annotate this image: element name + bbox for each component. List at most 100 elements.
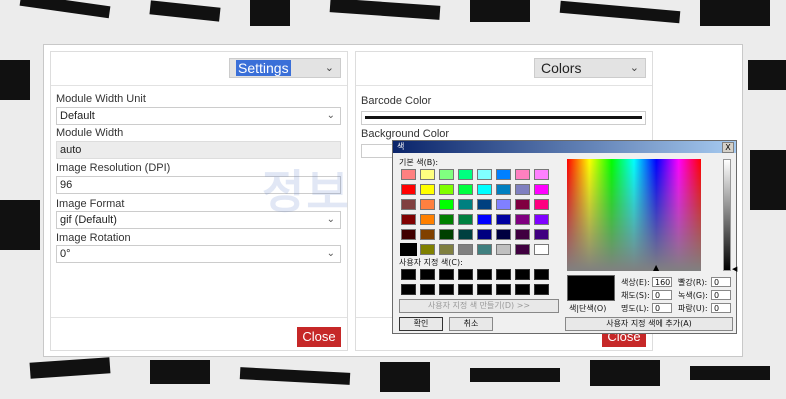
custom-color-swatch[interactable] — [401, 284, 416, 295]
color-spectrum[interactable] — [567, 159, 701, 271]
basic-color-swatch[interactable] — [439, 214, 454, 225]
basic-color-swatch[interactable] — [401, 169, 416, 180]
basic-color-swatch[interactable] — [496, 229, 511, 240]
custom-color-swatch[interactable] — [534, 284, 549, 295]
basic-color-swatch[interactable] — [420, 214, 435, 225]
basic-color-swatch[interactable] — [534, 214, 549, 225]
custom-color-swatch[interactable] — [477, 284, 492, 295]
basic-color-swatch[interactable] — [515, 184, 530, 195]
custom-color-swatch[interactable] — [401, 269, 416, 280]
luminance-arrow-icon[interactable]: ◀ — [732, 265, 737, 273]
basic-color-swatch[interactable] — [515, 244, 530, 255]
define-custom-colors-button[interactable]: 사용자 지정 색 만들기(D) >> — [399, 299, 559, 313]
custom-color-swatch[interactable] — [439, 269, 454, 280]
basic-color-swatch[interactable] — [439, 244, 454, 255]
basic-color-swatch[interactable] — [477, 199, 492, 210]
basic-color-swatch[interactable] — [401, 214, 416, 225]
sat-label: 채도(S): — [621, 291, 650, 300]
basic-color-swatch[interactable] — [534, 169, 549, 180]
colors-section-select[interactable]: Colors ⌄ — [534, 58, 646, 78]
chevron-down-icon: ⌄ — [324, 62, 334, 74]
basic-color-swatch[interactable] — [477, 169, 492, 180]
red-input[interactable]: 0 — [711, 277, 731, 287]
basic-color-swatch[interactable] — [515, 199, 530, 210]
basic-color-swatch[interactable] — [477, 214, 492, 225]
basic-color-swatch[interactable] — [458, 229, 473, 240]
add-to-custom-colors-button[interactable]: 사용자 지정 색에 추가(A) — [565, 317, 733, 331]
close-icon[interactable]: X — [722, 142, 734, 153]
custom-color-swatch[interactable] — [420, 284, 435, 295]
basic-color-swatch[interactable] — [496, 184, 511, 195]
hue-label: 색상(E): — [621, 278, 650, 287]
module-width-unit-select[interactable]: Default ⌄ — [56, 107, 341, 125]
custom-color-swatch[interactable] — [458, 269, 473, 280]
basic-color-swatch[interactable] — [420, 199, 435, 210]
basic-color-swatch[interactable] — [439, 199, 454, 210]
basic-color-swatch[interactable] — [401, 199, 416, 210]
basic-color-swatch[interactable] — [420, 244, 435, 255]
basic-color-swatch[interactable] — [400, 243, 417, 256]
basic-color-swatch[interactable] — [534, 199, 549, 210]
custom-color-swatch[interactable] — [458, 284, 473, 295]
basic-color-swatch[interactable] — [534, 244, 549, 255]
ok-button[interactable]: 확인 — [399, 317, 443, 331]
module-width-label: Module Width — [56, 127, 124, 139]
basic-color-swatch[interactable] — [477, 184, 492, 195]
dialog-title-bar[interactable]: 색 — [393, 141, 736, 153]
basic-color-swatch[interactable] — [534, 229, 549, 240]
settings-select-label: Settings — [236, 60, 291, 76]
basic-color-swatch[interactable] — [458, 214, 473, 225]
basic-color-swatch[interactable] — [420, 184, 435, 195]
custom-color-swatch[interactable] — [477, 269, 492, 280]
basic-color-swatch[interactable] — [458, 244, 473, 255]
basic-color-swatch[interactable] — [477, 244, 492, 255]
basic-color-swatch[interactable] — [439, 184, 454, 195]
cancel-button[interactable]: 취소 — [449, 317, 493, 331]
custom-color-swatch[interactable] — [534, 269, 549, 280]
green-label: 녹색(G): — [678, 291, 708, 300]
color-preview — [567, 275, 615, 301]
module-width-value: auto — [60, 144, 82, 156]
green-input[interactable]: 0 — [711, 290, 731, 300]
image-rotation-select[interactable]: 0° ⌄ — [56, 245, 341, 263]
basic-color-swatch[interactable] — [420, 229, 435, 240]
basic-color-swatch[interactable] — [515, 169, 530, 180]
custom-color-swatch[interactable] — [496, 284, 511, 295]
custom-color-swatch[interactable] — [515, 284, 530, 295]
blue-label: 파랑(U): — [678, 304, 708, 313]
custom-color-swatch[interactable] — [420, 269, 435, 280]
blue-input[interactable]: 0 — [711, 303, 731, 313]
basic-color-swatch[interactable] — [420, 169, 435, 180]
basic-color-swatch[interactable] — [401, 229, 416, 240]
basic-color-swatch[interactable] — [496, 199, 511, 210]
basic-colors-grid — [400, 169, 549, 256]
lum-input[interactable]: 0 — [652, 303, 672, 313]
hue-input[interactable]: 160 — [652, 277, 672, 287]
basic-color-swatch[interactable] — [534, 184, 549, 195]
sat-input[interactable]: 0 — [652, 290, 672, 300]
custom-color-swatch[interactable] — [439, 284, 454, 295]
basic-color-swatch[interactable] — [496, 214, 511, 225]
color-solid-label: 색|단색(O) — [569, 304, 607, 313]
panel-divider — [51, 85, 347, 86]
custom-color-swatch[interactable] — [496, 269, 511, 280]
luminance-slider[interactable] — [723, 159, 731, 271]
basic-color-swatch[interactable] — [458, 169, 473, 180]
basic-color-swatch[interactable] — [477, 229, 492, 240]
basic-color-swatch[interactable] — [458, 199, 473, 210]
module-width-unit-value: Default — [60, 110, 95, 122]
settings-section-select[interactable]: Settings ⌄ — [229, 58, 341, 78]
basic-color-swatch[interactable] — [515, 214, 530, 225]
basic-color-swatch[interactable] — [439, 229, 454, 240]
basic-color-swatch[interactable] — [515, 229, 530, 240]
panel-divider — [356, 85, 652, 86]
barcode-color-picker[interactable] — [361, 111, 646, 125]
basic-color-swatch[interactable] — [496, 244, 511, 255]
basic-color-swatch[interactable] — [439, 169, 454, 180]
basic-color-swatch[interactable] — [458, 184, 473, 195]
custom-color-swatch[interactable] — [515, 269, 530, 280]
basic-color-swatch[interactable] — [401, 184, 416, 195]
basic-color-swatch[interactable] — [496, 169, 511, 180]
color-picker-dialog: 색 X 기본 색(B): 사용자 지정 색(C): 사용자 지정 색 만들기(D… — [392, 140, 737, 334]
close-button[interactable]: Close — [297, 327, 341, 347]
